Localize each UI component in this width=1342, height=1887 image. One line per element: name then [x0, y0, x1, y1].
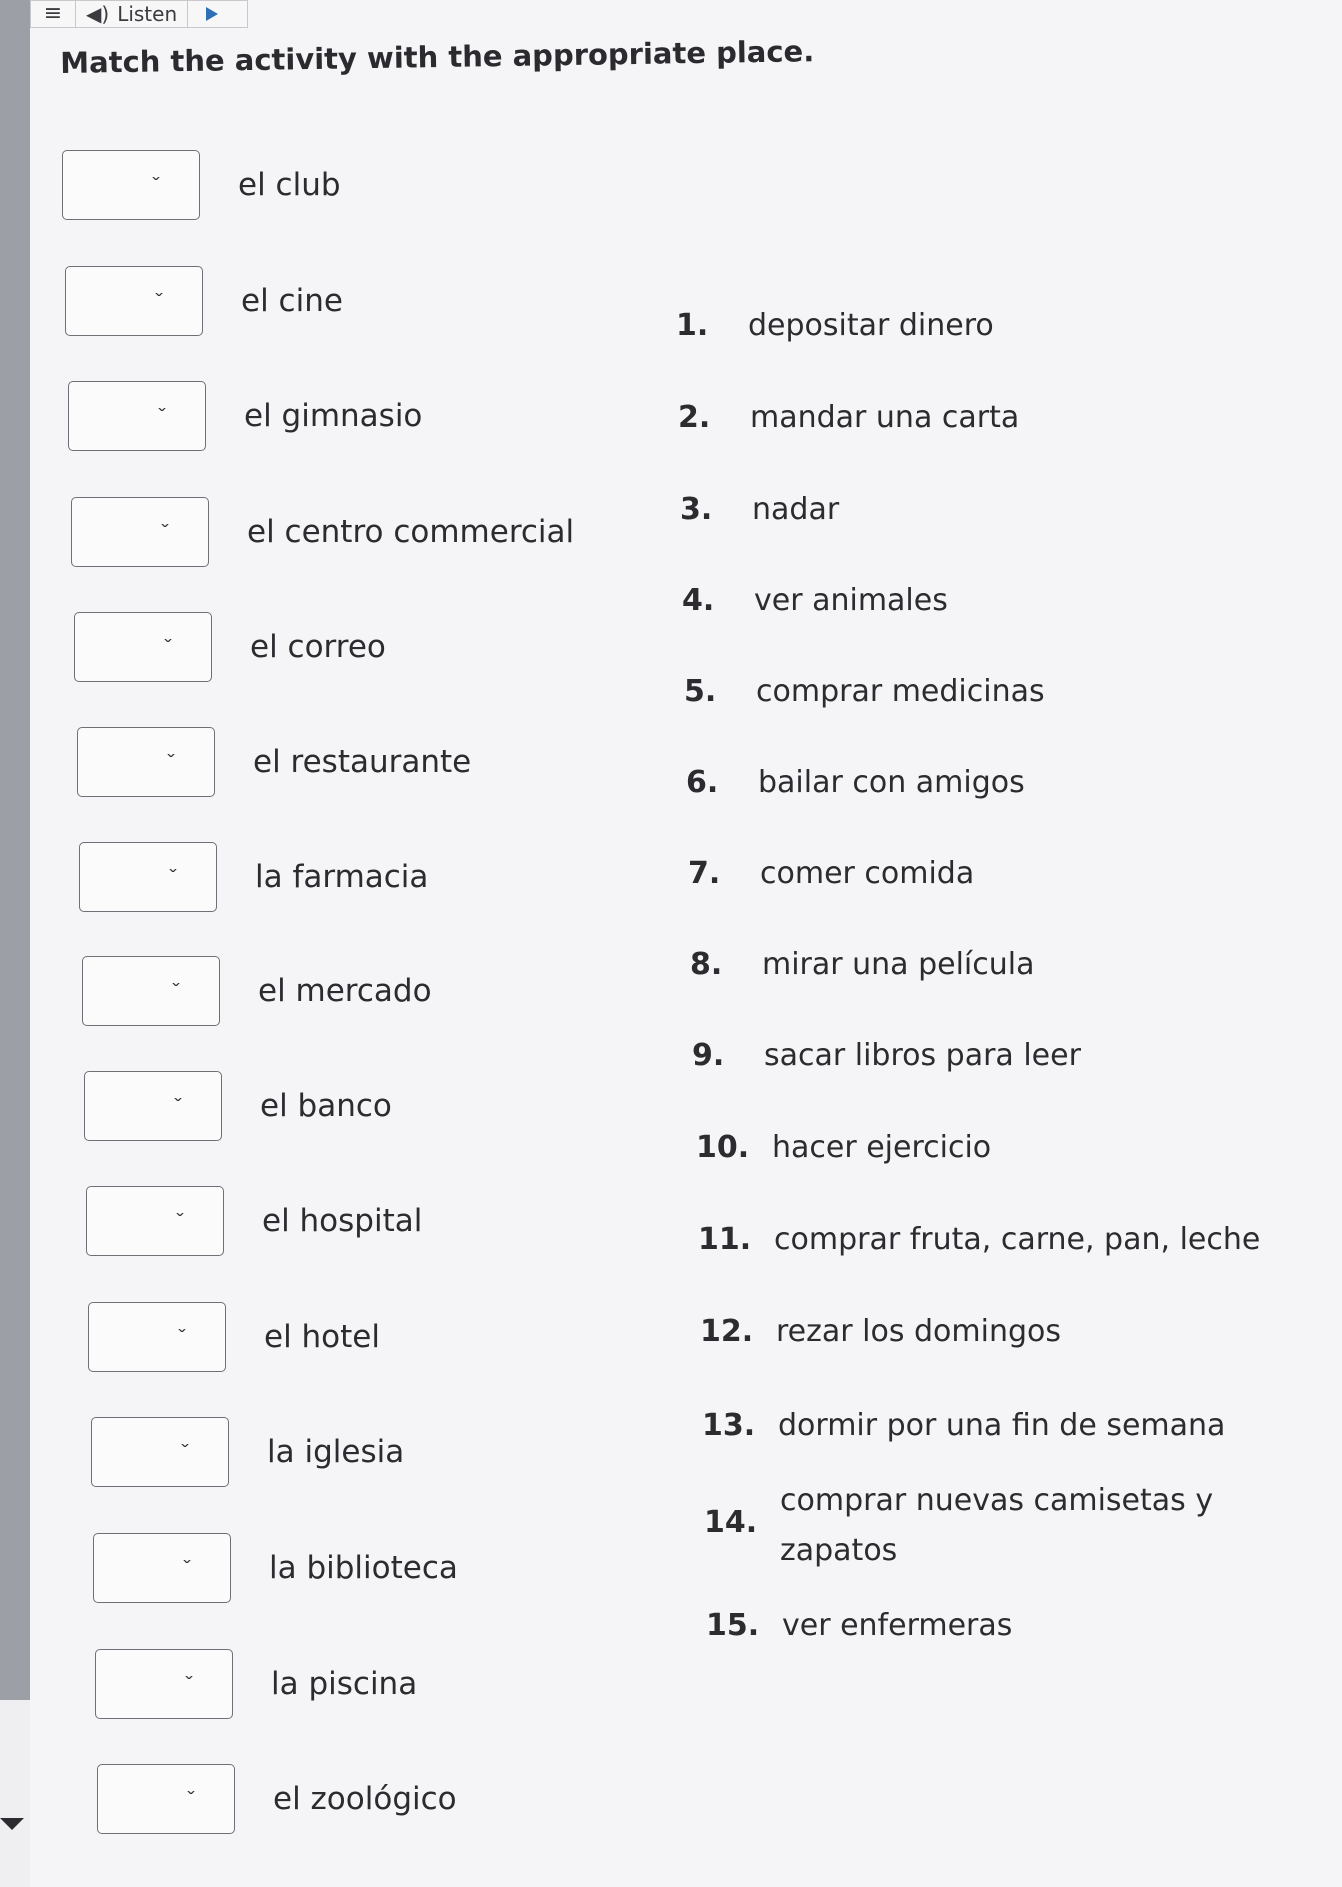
match-row-el-banco: ˇ el banco: [84, 1071, 392, 1141]
left-edge-strip: [0, 0, 30, 1700]
play-button[interactable]: [188, 0, 249, 28]
chevron-down-icon: ˇ: [183, 1674, 195, 1693]
activity-item: 15. ver enfermeras: [706, 1608, 1013, 1643]
quiz-page: ≡ ◀) Listen Match the activity with the …: [30, 0, 1342, 1887]
place-label: el mercado: [258, 973, 432, 1009]
activity-item: 1. depositar dinero: [676, 308, 994, 343]
chevron-down-icon: ˇ: [162, 637, 174, 656]
answer-dropdown[interactable]: ˇ: [95, 1649, 233, 1719]
chevron-down-icon: ˇ: [176, 1327, 188, 1346]
chevron-down-icon: ˇ: [159, 522, 171, 541]
chevron-down-icon: ˇ: [174, 1211, 186, 1230]
activity-item: 7. comer comida: [688, 856, 975, 891]
hamburger-icon[interactable]: ≡: [30, 0, 76, 28]
match-row-la-farmacia: ˇ la farmacia: [79, 842, 428, 912]
match-row-el-mercado: ˇ el mercado: [82, 956, 432, 1026]
chevron-down-icon: ˇ: [167, 867, 179, 886]
activity-item: 14. comprar nuevas camisetas y zapatos: [704, 1483, 1214, 1568]
place-label: el zoológico: [273, 1781, 457, 1817]
caret-down-icon[interactable]: [0, 1818, 24, 1830]
answer-dropdown[interactable]: ˇ: [88, 1302, 226, 1372]
activity-item: 3. nadar: [680, 492, 840, 527]
place-label: la piscina: [271, 1666, 418, 1702]
chevron-down-icon: ˇ: [179, 1442, 191, 1461]
chevron-down-icon: ˇ: [185, 1789, 197, 1808]
place-label: el cine: [241, 283, 343, 319]
match-row-la-iglesia: ˇ la iglesia: [91, 1417, 404, 1487]
answer-dropdown[interactable]: ˇ: [82, 956, 220, 1026]
place-label: el hotel: [264, 1319, 380, 1355]
listen-button[interactable]: ◀) Listen: [76, 0, 189, 28]
chevron-down-icon: ˇ: [165, 752, 177, 771]
instruction-text: Match the activity with the appropriate …: [60, 34, 815, 80]
place-label: el hospital: [262, 1203, 423, 1239]
answer-dropdown[interactable]: ˇ: [79, 842, 217, 912]
answer-dropdown[interactable]: ˇ: [86, 1186, 224, 1256]
answer-dropdown[interactable]: ˇ: [62, 150, 200, 220]
match-row-el-cine: ˇ el cine: [65, 266, 343, 336]
listen-label: Listen: [117, 2, 178, 26]
match-row-el-gimnasio: ˇ el gimnasio: [68, 381, 422, 451]
place-label: el correo: [250, 629, 386, 665]
activity-item: 9. sacar libros para leer: [692, 1038, 1081, 1073]
answer-dropdown[interactable]: ˇ: [65, 266, 203, 336]
place-label: el club: [238, 167, 341, 203]
answer-dropdown[interactable]: ˇ: [77, 727, 215, 797]
place-label: la iglesia: [267, 1434, 405, 1470]
place-label: el centro commercial: [247, 514, 575, 550]
activity-item: 11. comprar fruta, carne, pan, leche: [698, 1222, 1261, 1257]
answer-dropdown[interactable]: ˇ: [74, 612, 212, 682]
speaker-icon: ◀): [86, 2, 110, 26]
toolbar: ≡ ◀) Listen: [30, 0, 288, 28]
answer-dropdown[interactable]: ˇ: [71, 497, 209, 567]
activity-item: 8. mirar una película: [690, 947, 1035, 982]
activity-item: 2. mandar una carta: [678, 400, 1020, 435]
place-label: la biblioteca: [269, 1550, 458, 1586]
match-row-el-zoologico: ˇ el zoológico: [97, 1764, 457, 1834]
chevron-down-icon: ˇ: [181, 1558, 193, 1577]
activity-item: 4. ver animales: [682, 583, 948, 618]
match-row-la-piscina: ˇ la piscina: [95, 1649, 417, 1719]
place-label: la farmacia: [255, 859, 429, 895]
activity-item: 5. comprar medicinas: [684, 674, 1045, 709]
chevron-down-icon: ˇ: [153, 291, 165, 310]
place-label: el banco: [260, 1088, 392, 1124]
match-row-el-correo: ˇ el correo: [74, 612, 386, 682]
match-row-el-hotel: ˇ el hotel: [88, 1302, 380, 1372]
chevron-down-icon: ˇ: [156, 406, 168, 425]
answer-dropdown[interactable]: ˇ: [93, 1533, 231, 1603]
chevron-down-icon: ˇ: [170, 981, 182, 1000]
answer-dropdown[interactable]: ˇ: [68, 381, 206, 451]
match-row-la-biblioteca: ˇ la biblioteca: [93, 1533, 458, 1603]
match-row-el-restaurante: ˇ el restaurante: [77, 727, 471, 797]
activity-item: 13. dormir por una fin de semana: [702, 1408, 1226, 1443]
activity-item: 6. bailar con amigos: [686, 765, 1025, 800]
chevron-down-icon: ˇ: [150, 175, 162, 194]
match-row-el-centro-commercial: ˇ el centro commercial: [71, 497, 574, 567]
match-row-el-club: ˇ el club: [62, 150, 341, 220]
answer-dropdown[interactable]: ˇ: [91, 1417, 229, 1487]
answer-dropdown[interactable]: ˇ: [97, 1764, 235, 1834]
play-icon: [206, 7, 219, 21]
chevron-down-icon: ˇ: [172, 1096, 184, 1115]
place-label: el gimnasio: [244, 398, 423, 434]
activity-item: 10. hacer ejercicio: [696, 1130, 992, 1165]
answer-dropdown[interactable]: ˇ: [84, 1071, 222, 1141]
activity-item: 12. rezar los domingos: [700, 1314, 1061, 1349]
place-label: el restaurante: [253, 744, 472, 780]
match-row-el-hospital: ˇ el hospital: [86, 1186, 422, 1256]
